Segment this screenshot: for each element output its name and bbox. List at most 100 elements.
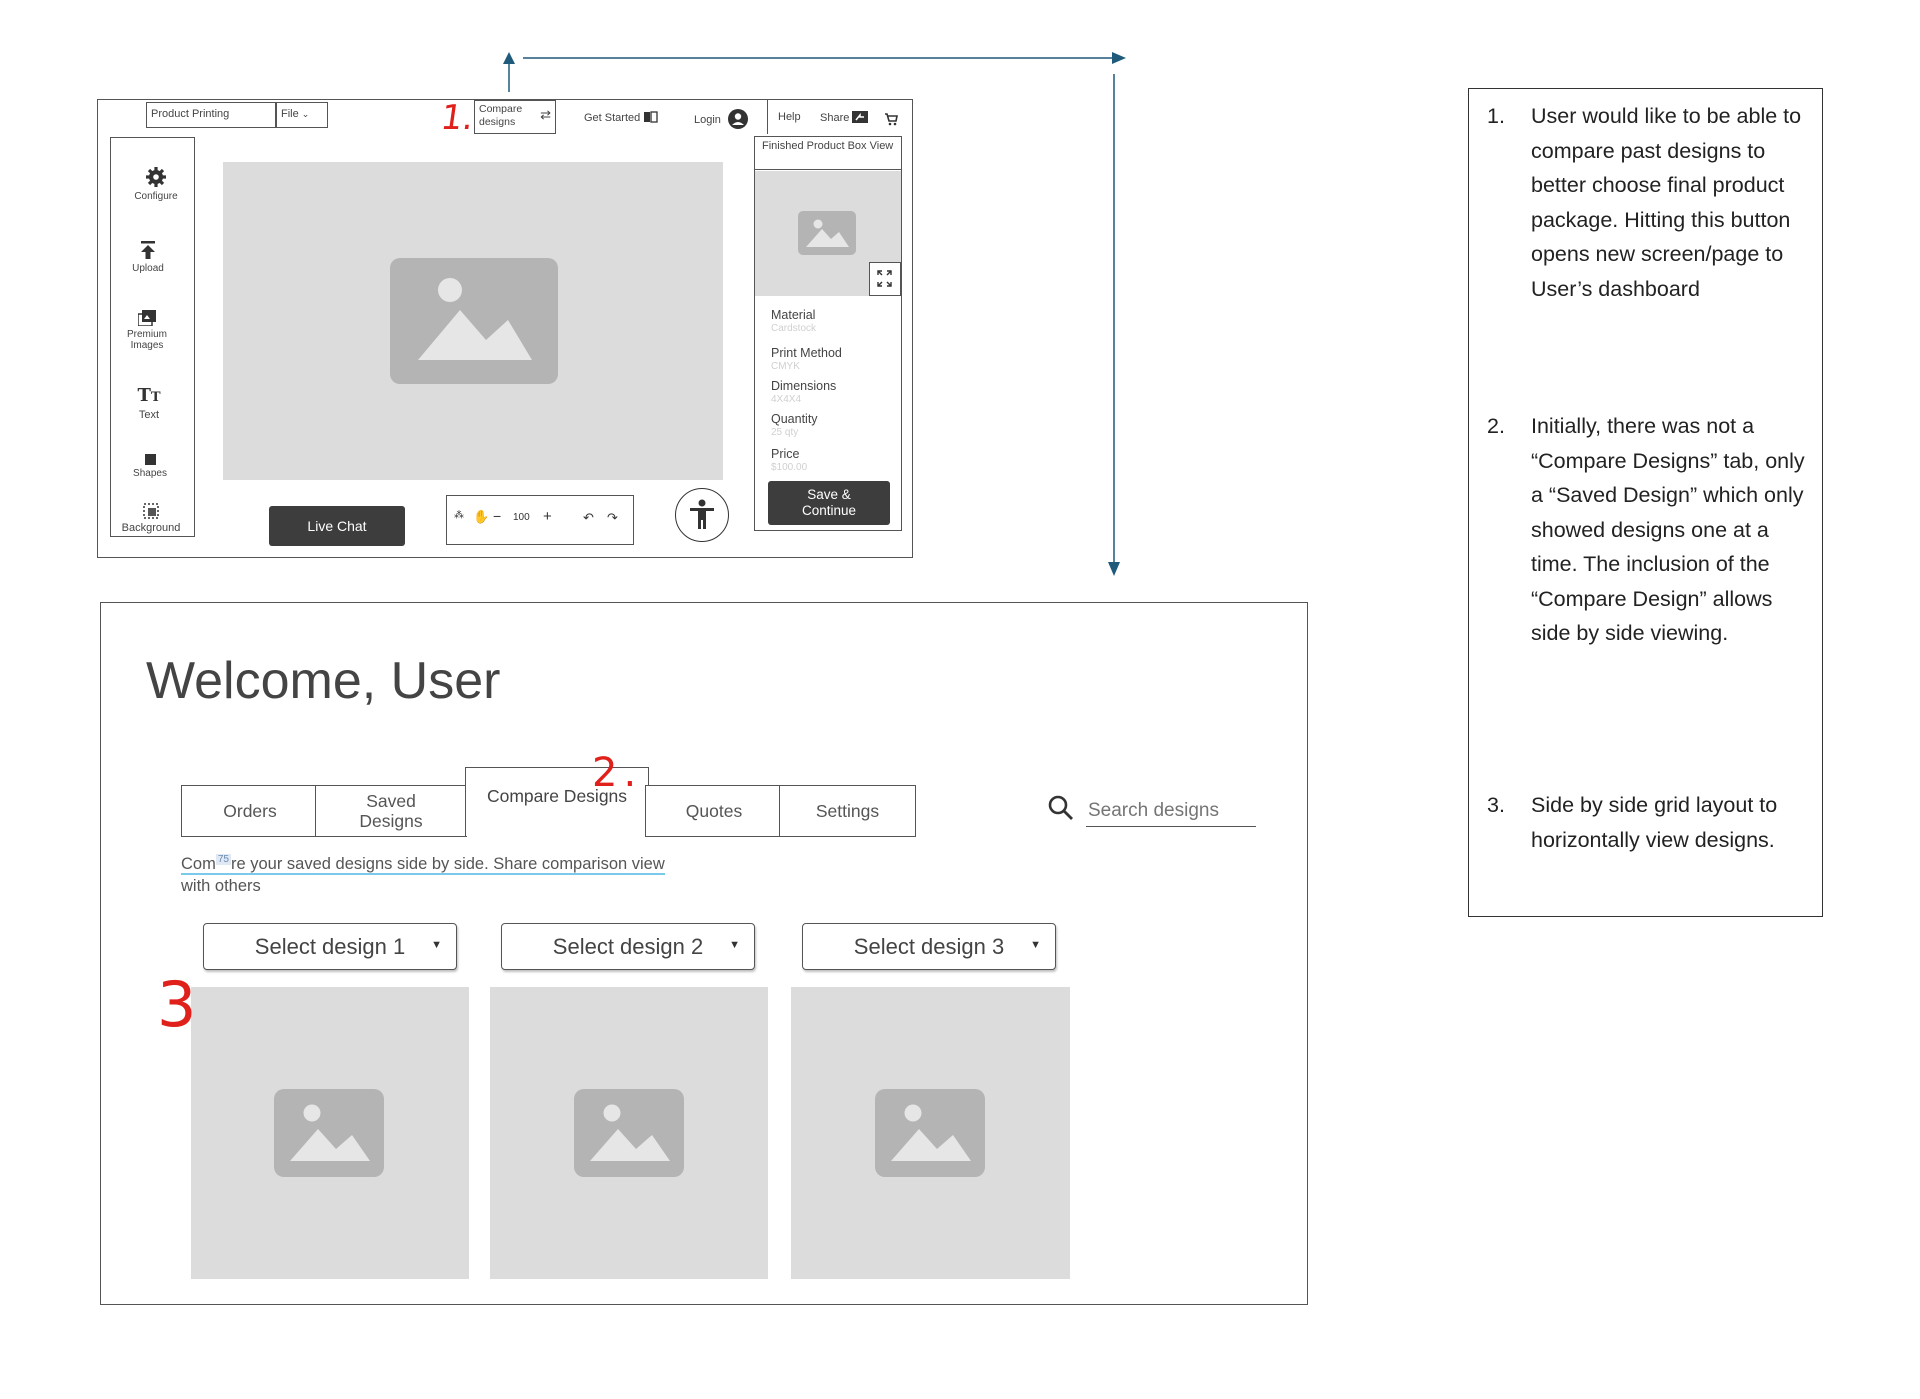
search-input[interactable]: [1086, 795, 1256, 827]
note-2-text: Initially, there was not a “Compare Desi…: [1531, 414, 1805, 645]
zoom-out-button[interactable]: −: [493, 508, 501, 524]
note-2: 2. Initially, there was not a “Compare D…: [1487, 409, 1811, 651]
tab-orders[interactable]: Orders: [181, 785, 319, 837]
design-card-1[interactable]: [191, 987, 469, 1279]
background-icon: [143, 503, 159, 519]
gear-icon: [146, 167, 166, 187]
editor-window: Product Printing File ⌄ Compare designs …: [97, 99, 913, 558]
select-design-3[interactable]: Select design 3 ▼: [802, 923, 1056, 970]
tab-saved-designs-label: Saved Designs: [359, 790, 423, 831]
spec-dimensions-value: 4X4X4: [771, 394, 802, 405]
note-1: 1. User would like to be able to compare…: [1487, 99, 1811, 306]
select-design-1[interactable]: Select design 1 ▼: [203, 923, 457, 970]
zoom-in-button[interactable]: +: [543, 508, 552, 525]
word-count-badge: 75: [215, 854, 231, 865]
user-dashboard: Welcome, User Orders Saved Designs Compa…: [100, 602, 1308, 1305]
login-label: Login: [694, 114, 721, 126]
image-placeholder-icon: [875, 1089, 985, 1177]
text-icon: TT: [137, 385, 161, 406]
undo-icon[interactable]: ↶: [583, 510, 594, 526]
product-preview: [755, 171, 901, 296]
note-1-number: 1.: [1487, 104, 1505, 128]
topbar-divider: [767, 100, 768, 134]
accessibility-button[interactable]: [675, 488, 729, 542]
compare-designs-label: Compare designs: [479, 103, 523, 128]
tab-settings-label: Settings: [815, 800, 880, 821]
tab-quotes-label: Quotes: [685, 800, 743, 821]
accessibility-icon: [689, 499, 714, 529]
chevron-down-icon: ⌄: [301, 109, 310, 119]
search-icon[interactable]: [1047, 794, 1075, 822]
select-design-2[interactable]: Select design 2 ▼: [501, 923, 755, 970]
expand-button[interactable]: [869, 262, 901, 296]
spec-material-label: Material: [771, 308, 816, 322]
upload-icon: [141, 241, 155, 259]
product-name-field[interactable]: Product Printing: [146, 102, 276, 128]
tab-quotes[interactable]: Quotes: [645, 785, 783, 837]
share-button[interactable]: Share: [820, 111, 869, 124]
expand-icon: [877, 270, 892, 287]
sidebar-item-premium-images[interactable]: Premium Images: [105, 310, 189, 351]
image-placeholder-icon: [390, 258, 558, 384]
note-2-number: 2.: [1487, 414, 1505, 438]
note-3-number: 3.: [1487, 793, 1505, 817]
dropdown-caret-icon: ▼: [431, 939, 442, 951]
design-canvas[interactable]: [223, 162, 723, 480]
live-chat-button[interactable]: Live Chat: [269, 506, 405, 546]
sidebar-item-background[interactable]: Background: [109, 503, 193, 534]
preview-title: Finished Product Box View: [755, 137, 901, 170]
annotation-marker-2: 2.: [592, 750, 643, 796]
cart-icon[interactable]: [884, 112, 898, 126]
sidebar-label-text: Text: [138, 409, 160, 421]
sidebar-item-text[interactable]: TT Text: [107, 385, 191, 421]
compare-description: Com 75 re your saved designs side by side.…: [181, 849, 741, 897]
sidebar-item-configure[interactable]: Configure: [114, 166, 198, 202]
spec-dimensions-label: Dimensions: [771, 379, 837, 393]
file-menu-label: File: [281, 108, 299, 120]
help-link[interactable]: Help: [778, 111, 801, 123]
share-icon: [852, 111, 869, 123]
description-text-rest: re your saved designs side by side. Shar…: [230, 854, 665, 873]
select-tool-icon[interactable]: ⁂: [454, 510, 464, 521]
notes-panel: 1. User would like to be able to compare…: [1468, 88, 1823, 917]
dropdown-caret-icon: ▼: [1030, 939, 1041, 951]
compare-arrows-icon: ⇄: [540, 107, 551, 122]
note-3-text: Side by side grid layout to horizontally…: [1531, 793, 1778, 852]
annotation-marker-1: 1.: [438, 98, 477, 138]
hand-icon[interactable]: ✋: [473, 509, 489, 525]
annotation-marker-3: 3: [157, 968, 197, 1041]
design-card-2[interactable]: [490, 987, 768, 1279]
file-menu[interactable]: File ⌄: [276, 102, 328, 128]
sidebar-item-upload[interactable]: Upload: [106, 240, 190, 274]
select-design-1-label: Select design 1: [254, 933, 406, 959]
preview-panel: Finished Product Box View Material Cards…: [754, 136, 902, 531]
spec-price-value: $100.00: [771, 462, 808, 473]
get-started-button[interactable]: Get Started: [584, 111, 658, 124]
compare-designs-button[interactable]: Compare designs ⇄: [474, 100, 556, 134]
image-placeholder-icon: [574, 1089, 684, 1177]
sidebar-label-configure: Configure: [134, 191, 178, 202]
spec-print-method-label: Print Method: [771, 346, 842, 360]
image-placeholder-icon: [274, 1089, 384, 1177]
save-continue-button[interactable]: Save & Continue: [768, 481, 890, 525]
description-text-start: Com: [181, 854, 216, 873]
welcome-heading: Welcome, User: [146, 652, 501, 710]
sidebar-item-shapes[interactable]: Shapes: [108, 454, 192, 479]
spec-print-method-value: CMYK: [771, 361, 800, 372]
design-card-3[interactable]: [791, 987, 1070, 1279]
description-line-1: Com 75 re your saved designs side by side.…: [181, 854, 665, 875]
dropdown-caret-icon: ▼: [729, 939, 740, 951]
login-button[interactable]: Login: [694, 109, 748, 129]
spec-price-label: Price: [771, 447, 800, 461]
image-placeholder-icon: [798, 211, 856, 255]
zoom-toolbar: ⁂ ✋ − 100 + ↶ ↷: [446, 495, 634, 545]
spec-quantity-value: 25 qty: [771, 427, 799, 438]
share-label: Share: [820, 112, 850, 124]
sidebar-label-background: Background: [121, 522, 181, 534]
sidebar-label-upload: Upload: [132, 263, 164, 274]
images-icon: [138, 310, 156, 326]
tab-settings[interactable]: Settings: [779, 785, 916, 837]
spec-material-value: Cardstock: [771, 323, 817, 334]
tab-saved-designs[interactable]: Saved Designs: [315, 785, 467, 837]
redo-icon[interactable]: ↷: [607, 510, 618, 526]
